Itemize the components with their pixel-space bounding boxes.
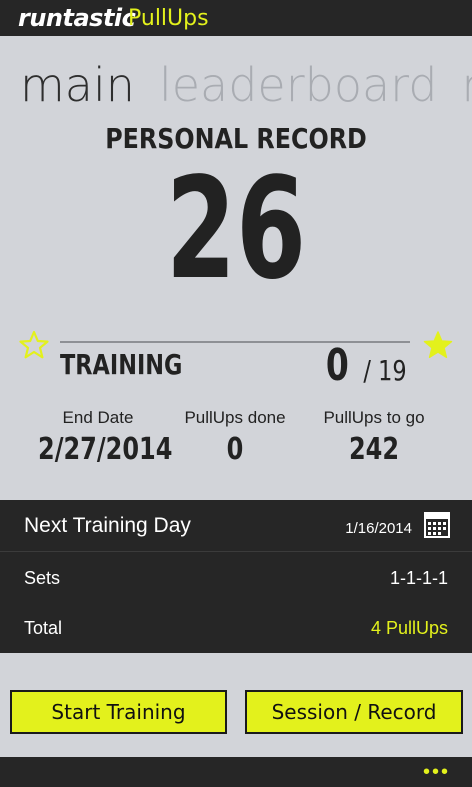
- pivot-main[interactable]: main: [20, 58, 135, 112]
- sets-value: 1-1-1-1: [389, 568, 448, 588]
- training-count: 0 / 19: [322, 340, 412, 391]
- next-training-date: 1/16/2014: [345, 520, 412, 537]
- total-label: Total: [24, 618, 63, 638]
- next-training-label: Next Training Day: [24, 514, 191, 537]
- sets-row: Sets 1-1-1-1: [0, 551, 472, 602]
- calendar-icon[interactable]: [424, 512, 450, 538]
- stat-value: 0: [226, 432, 244, 467]
- pivot-leaderboard[interactable]: leaderboard: [159, 58, 438, 112]
- training-done: 0: [326, 340, 350, 391]
- pivot-header: main leaderboard me: [20, 58, 472, 114]
- star-outline-icon: [19, 330, 49, 359]
- stat-label: End Date: [62, 408, 134, 427]
- stat-value: 242: [348, 432, 400, 467]
- stat-value: 2/27/2014: [38, 432, 173, 467]
- top-bar: runtastic PullUps: [0, 0, 472, 36]
- stat-pullups-to-go: PullUps to go 242: [299, 408, 449, 467]
- stat-label: PullUps to go: [323, 408, 425, 427]
- app-name: PullUps: [128, 6, 209, 31]
- app-bar: •••: [0, 757, 472, 787]
- stat-label: PullUps done: [184, 408, 286, 427]
- brand-logo: runtastic: [18, 4, 136, 32]
- total-row: Total 4 PullUps: [0, 602, 472, 653]
- pivot-me[interactable]: me: [461, 58, 472, 112]
- next-training-day-row[interactable]: Next Training Day 1/16/2014: [0, 500, 472, 552]
- personal-record-value: 26: [165, 148, 307, 311]
- training-total: / 19: [363, 354, 407, 387]
- star-filled-icon: [423, 331, 453, 359]
- total-value: 4 PullUps: [370, 618, 448, 638]
- start-training-button[interactable]: Start Training: [10, 690, 227, 734]
- training-label: TRAINING: [60, 348, 183, 381]
- stat-end-date: End Date 2/27/2014: [23, 408, 173, 467]
- stat-pullups-done: PullUps done 0: [160, 408, 310, 467]
- training-details-panel: Next Training Day 1/16/2014 Sets 1-1-1-1…: [0, 500, 472, 653]
- session-record-button[interactable]: Session / Record: [245, 690, 463, 734]
- sets-label: Sets: [24, 568, 61, 588]
- more-options-icon[interactable]: •••: [423, 761, 450, 784]
